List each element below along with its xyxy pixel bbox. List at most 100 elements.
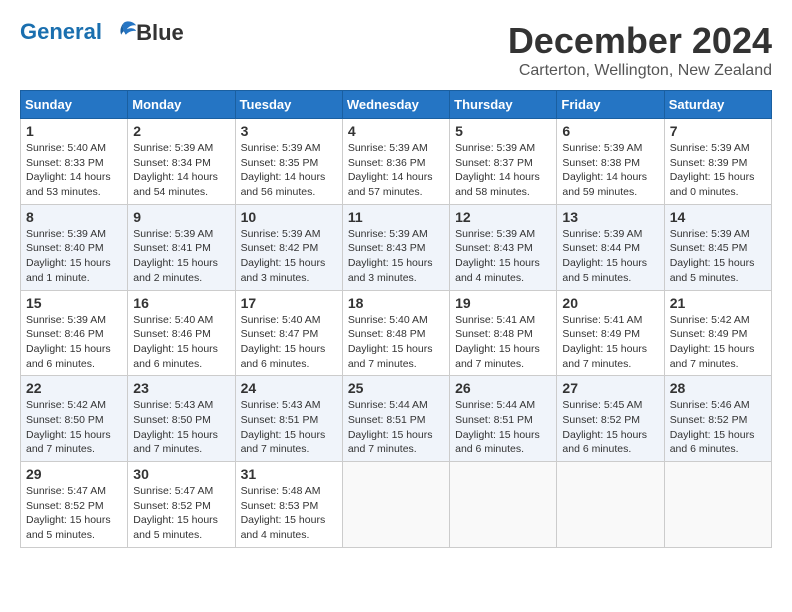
day-number: 10 <box>241 209 337 225</box>
day-number: 29 <box>26 466 122 482</box>
logo-text-general: General <box>20 19 102 44</box>
day-info: Sunrise: 5:47 AM Sunset: 8:52 PM Dayligh… <box>26 484 122 543</box>
day-number: 31 <box>241 466 337 482</box>
calendar-header-tuesday: Tuesday <box>235 91 342 119</box>
day-number: 9 <box>133 209 229 225</box>
logo-text-blue: Blue <box>136 20 184 45</box>
calendar-week-row: 22 Sunrise: 5:42 AM Sunset: 8:50 PM Dayli… <box>21 376 772 462</box>
calendar-week-row: 29 Sunrise: 5:47 AM Sunset: 8:52 PM Dayli… <box>21 462 772 548</box>
calendar-header-monday: Monday <box>128 91 235 119</box>
day-info: Sunrise: 5:39 AM Sunset: 8:40 PM Dayligh… <box>26 227 122 286</box>
day-info: Sunrise: 5:39 AM Sunset: 8:38 PM Dayligh… <box>562 141 658 200</box>
calendar-cell: 20 Sunrise: 5:41 AM Sunset: 8:49 PM Dayli… <box>557 290 664 376</box>
day-info: Sunrise: 5:39 AM Sunset: 8:35 PM Dayligh… <box>241 141 337 200</box>
calendar-cell: 5 Sunrise: 5:39 AM Sunset: 8:37 PM Daylig… <box>450 119 557 205</box>
day-info: Sunrise: 5:43 AM Sunset: 8:51 PM Dayligh… <box>241 398 337 457</box>
day-info: Sunrise: 5:39 AM Sunset: 8:46 PM Dayligh… <box>26 313 122 372</box>
day-info: Sunrise: 5:39 AM Sunset: 8:36 PM Dayligh… <box>348 141 444 200</box>
day-number: 12 <box>455 209 551 225</box>
calendar-cell: 1 Sunrise: 5:40 AM Sunset: 8:33 PM Daylig… <box>21 119 128 205</box>
day-number: 5 <box>455 123 551 139</box>
calendar-title: December 2024 <box>508 20 772 62</box>
calendar-cell: 28 Sunrise: 5:46 AM Sunset: 8:52 PM Dayli… <box>664 376 771 462</box>
day-info: Sunrise: 5:43 AM Sunset: 8:50 PM Dayligh… <box>133 398 229 457</box>
day-info: Sunrise: 5:46 AM Sunset: 8:52 PM Dayligh… <box>670 398 766 457</box>
calendar-cell: 27 Sunrise: 5:45 AM Sunset: 8:52 PM Dayli… <box>557 376 664 462</box>
day-number: 13 <box>562 209 658 225</box>
day-number: 27 <box>562 380 658 396</box>
day-info: Sunrise: 5:40 AM Sunset: 8:33 PM Dayligh… <box>26 141 122 200</box>
day-info: Sunrise: 5:41 AM Sunset: 8:49 PM Dayligh… <box>562 313 658 372</box>
day-info: Sunrise: 5:41 AM Sunset: 8:48 PM Dayligh… <box>455 313 551 372</box>
page-header: General Blue December 2024 Carterton, We… <box>20 20 772 80</box>
day-info: Sunrise: 5:42 AM Sunset: 8:50 PM Dayligh… <box>26 398 122 457</box>
calendar-week-row: 8 Sunrise: 5:39 AM Sunset: 8:40 PM Daylig… <box>21 204 772 290</box>
calendar-cell: 16 Sunrise: 5:40 AM Sunset: 8:46 PM Dayli… <box>128 290 235 376</box>
day-number: 16 <box>133 295 229 311</box>
day-number: 2 <box>133 123 229 139</box>
calendar-cell: 31 Sunrise: 5:48 AM Sunset: 8:53 PM Dayli… <box>235 462 342 548</box>
day-number: 23 <box>133 380 229 396</box>
day-number: 21 <box>670 295 766 311</box>
day-info: Sunrise: 5:44 AM Sunset: 8:51 PM Dayligh… <box>455 398 551 457</box>
day-number: 4 <box>348 123 444 139</box>
day-number: 24 <box>241 380 337 396</box>
day-info: Sunrise: 5:39 AM Sunset: 8:43 PM Dayligh… <box>455 227 551 286</box>
day-number: 3 <box>241 123 337 139</box>
day-info: Sunrise: 5:42 AM Sunset: 8:49 PM Dayligh… <box>670 313 766 372</box>
day-info: Sunrise: 5:47 AM Sunset: 8:52 PM Dayligh… <box>133 484 229 543</box>
calendar-subtitle: Carterton, Wellington, New Zealand <box>508 62 772 80</box>
day-info: Sunrise: 5:40 AM Sunset: 8:46 PM Dayligh… <box>133 313 229 372</box>
day-number: 20 <box>562 295 658 311</box>
day-info: Sunrise: 5:48 AM Sunset: 8:53 PM Dayligh… <box>241 484 337 543</box>
day-number: 14 <box>670 209 766 225</box>
calendar-cell: 23 Sunrise: 5:43 AM Sunset: 8:50 PM Dayli… <box>128 376 235 462</box>
calendar-cell: 2Sunrise: 5:39 AM Sunset: 8:34 PM Daylig… <box>128 119 235 205</box>
calendar-header-friday: Friday <box>557 91 664 119</box>
day-info: Sunrise: 5:40 AM Sunset: 8:48 PM Dayligh… <box>348 313 444 372</box>
calendar-cell: 29 Sunrise: 5:47 AM Sunset: 8:52 PM Dayli… <box>21 462 128 548</box>
day-number: 8 <box>26 209 122 225</box>
calendar-header-sunday: Sunday <box>21 91 128 119</box>
day-info: Sunrise: 5:39 AM Sunset: 8:43 PM Dayligh… <box>348 227 444 286</box>
day-number: 11 <box>348 209 444 225</box>
day-number: 28 <box>670 380 766 396</box>
calendar-cell: 30 Sunrise: 5:47 AM Sunset: 8:52 PM Dayli… <box>128 462 235 548</box>
calendar-cell: 18 Sunrise: 5:40 AM Sunset: 8:48 PM Dayli… <box>342 290 449 376</box>
logo: General Blue <box>20 20 184 46</box>
day-number: 18 <box>348 295 444 311</box>
day-number: 25 <box>348 380 444 396</box>
day-info: Sunrise: 5:39 AM Sunset: 8:37 PM Dayligh… <box>455 141 551 200</box>
calendar-cell: 6Sunrise: 5:39 AM Sunset: 8:38 PM Daylig… <box>557 119 664 205</box>
day-info: Sunrise: 5:45 AM Sunset: 8:52 PM Dayligh… <box>562 398 658 457</box>
calendar-cell: 22 Sunrise: 5:42 AM Sunset: 8:50 PM Dayli… <box>21 376 128 462</box>
day-number: 19 <box>455 295 551 311</box>
day-number: 22 <box>26 380 122 396</box>
calendar-cell: 25 Sunrise: 5:44 AM Sunset: 8:51 PM Dayli… <box>342 376 449 462</box>
logo-bird-icon <box>110 18 138 46</box>
calendar-cell: 8 Sunrise: 5:39 AM Sunset: 8:40 PM Daylig… <box>21 204 128 290</box>
day-number: 17 <box>241 295 337 311</box>
calendar-week-row: 1 Sunrise: 5:40 AM Sunset: 8:33 PM Daylig… <box>21 119 772 205</box>
day-info: Sunrise: 5:39 AM Sunset: 8:44 PM Dayligh… <box>562 227 658 286</box>
calendar-header-saturday: Saturday <box>664 91 771 119</box>
calendar-cell: 10Sunrise: 5:39 AM Sunset: 8:42 PM Dayli… <box>235 204 342 290</box>
day-info: Sunrise: 5:39 AM Sunset: 8:39 PM Dayligh… <box>670 141 766 200</box>
calendar-cell: 19 Sunrise: 5:41 AM Sunset: 8:48 PM Dayli… <box>450 290 557 376</box>
day-info: Sunrise: 5:39 AM Sunset: 8:45 PM Dayligh… <box>670 227 766 286</box>
calendar-cell: 13 Sunrise: 5:39 AM Sunset: 8:44 PM Dayli… <box>557 204 664 290</box>
calendar-header-row: SundayMondayTuesdayWednesdayThursdayFrid… <box>21 91 772 119</box>
day-number: 30 <box>133 466 229 482</box>
calendar-cell: 24 Sunrise: 5:43 AM Sunset: 8:51 PM Dayli… <box>235 376 342 462</box>
day-number: 1 <box>26 123 122 139</box>
calendar-cell <box>664 462 771 548</box>
day-info: Sunrise: 5:44 AM Sunset: 8:51 PM Dayligh… <box>348 398 444 457</box>
calendar-week-row: 15Sunrise: 5:39 AM Sunset: 8:46 PM Dayli… <box>21 290 772 376</box>
calendar-header-thursday: Thursday <box>450 91 557 119</box>
calendar-cell: 3 Sunrise: 5:39 AM Sunset: 8:35 PM Daylig… <box>235 119 342 205</box>
calendar-cell: 12 Sunrise: 5:39 AM Sunset: 8:43 PM Dayli… <box>450 204 557 290</box>
calendar-cell: 26Sunrise: 5:44 AM Sunset: 8:51 PM Dayli… <box>450 376 557 462</box>
title-section: December 2024 Carterton, Wellington, New… <box>508 20 772 80</box>
calendar-header-wednesday: Wednesday <box>342 91 449 119</box>
calendar-cell: 14 Sunrise: 5:39 AM Sunset: 8:45 PM Dayli… <box>664 204 771 290</box>
